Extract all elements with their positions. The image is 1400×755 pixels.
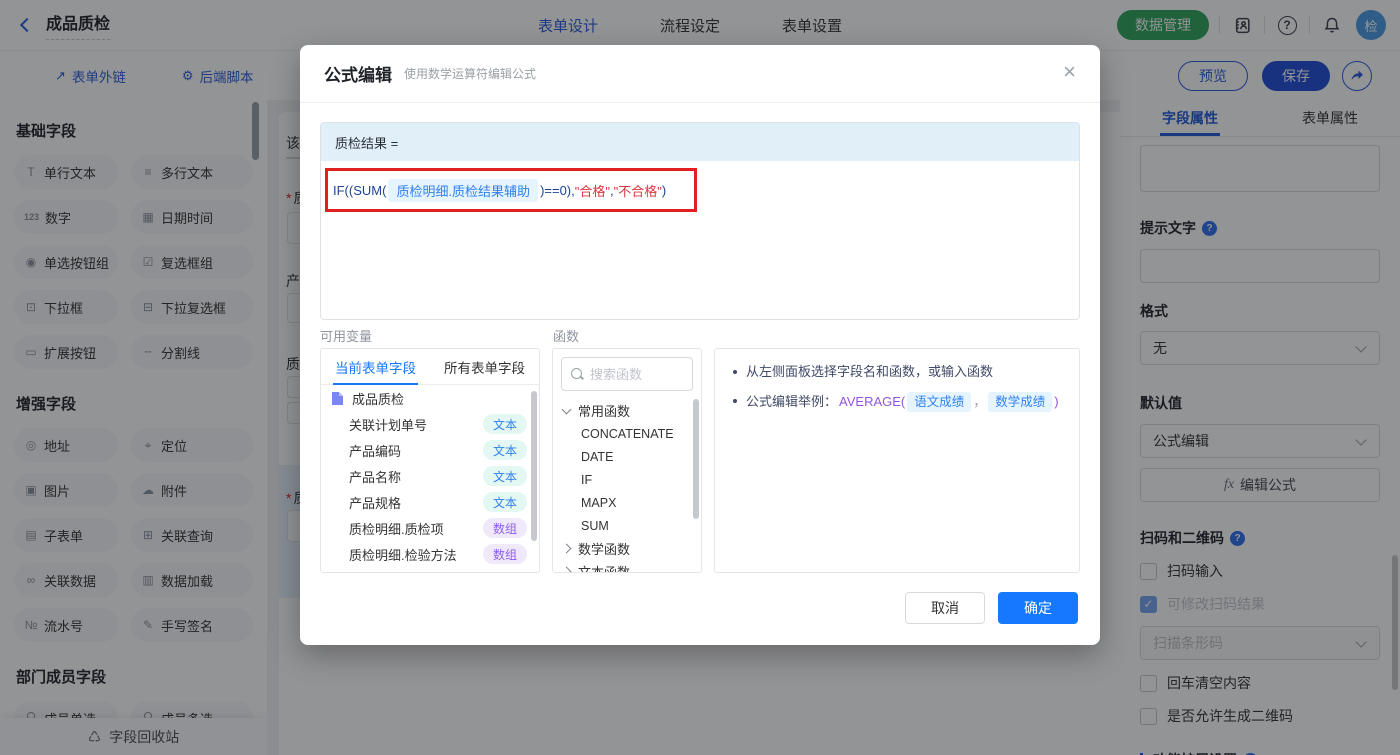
formula-target: 质检结果 = — [321, 123, 1079, 161]
field-token-chip[interactable]: 质检明细.质检结果辅助 — [388, 179, 539, 202]
variable-item[interactable]: 产品规格 文本 — [321, 489, 539, 515]
variable-item[interactable]: 关联计划单号 文本 — [321, 411, 539, 437]
tab-all-form-fields[interactable]: 所有表单字段 — [430, 349, 539, 384]
type-badge: 文本 — [482, 414, 527, 434]
chevron-right-icon — [561, 543, 572, 554]
modal-title: 公式编辑 — [324, 66, 392, 85]
confirm-button[interactable]: 确定 — [998, 592, 1078, 624]
chevron-right-icon — [561, 566, 572, 572]
function-item[interactable]: IF — [553, 468, 701, 491]
close-icon[interactable]: × — [1063, 61, 1076, 83]
modal-footer: 取消 确定 — [905, 592, 1078, 624]
type-badge: 文本 — [482, 466, 527, 486]
variables-scrollbar[interactable] — [531, 391, 537, 541]
variables-label: 可用变量 — [320, 329, 373, 344]
function-item[interactable]: SUM — [553, 514, 701, 537]
type-badge: 数组 — [482, 544, 527, 564]
document-icon — [332, 391, 343, 405]
function-item[interactable]: DATE — [553, 445, 701, 468]
help-tip-example: 公式编辑举例： AVERAGE( 语文成绩 ， 数学成绩 ) — [731, 392, 1063, 412]
cancel-button[interactable]: 取消 — [905, 592, 985, 624]
function-search — [561, 357, 693, 391]
tab-current-form-fields[interactable]: 当前表单字段 — [321, 349, 430, 385]
search-input[interactable] — [590, 366, 684, 382]
formula-editor-modal: 公式编辑 使用数学运算符编辑公式 × 质检结果 = IF((SUM( 质检明细.… — [300, 45, 1100, 645]
functions-scrollbar[interactable] — [693, 399, 699, 519]
modal-header: 公式编辑 使用数学运算符编辑公式 × — [300, 45, 1100, 103]
help-tip: 从左侧面板选择字段名和函数，或输入函数 — [731, 363, 1063, 381]
variable-item[interactable]: 产品名称 文本 — [321, 463, 539, 489]
function-group-common[interactable]: 常用函数 — [553, 399, 701, 422]
formula-help-panel: 从左侧面板选择字段名和函数，或输入函数 公式编辑举例： AVERAGE( 语文成… — [714, 348, 1080, 573]
variable-item[interactable]: 质检明细.质检项 数组 — [321, 515, 539, 541]
formula-expression: IF((SUM( 质检明细.质检结果辅助 )==0), "合格" , "不合格"… — [333, 179, 666, 202]
type-badge: 数组 — [482, 518, 527, 538]
modal-subtitle: 使用数学运算符编辑公式 — [404, 67, 537, 81]
variables-tree-root[interactable]: 成品质检 — [321, 385, 539, 411]
example-field-chip: 语文成绩 — [907, 392, 972, 412]
functions-panel: 常用函数 CONCATENATE DATE IF MAPX SUM 数学函数 文… — [552, 348, 702, 573]
search-icon — [570, 367, 584, 381]
function-item[interactable]: MAPX — [553, 491, 701, 514]
function-group-math[interactable]: 数学函数 — [553, 537, 701, 560]
functions-label: 函数 — [553, 329, 580, 344]
function-group-text[interactable]: 文本函数 — [553, 560, 701, 572]
variables-panel: 当前表单字段 所有表单字段 成品质检 关联计划单号 文本 产品编码 文本 产品名称文… — [320, 348, 540, 573]
type-badge: 文本 — [482, 492, 527, 512]
example-field-chip: 数学成绩 — [988, 392, 1053, 412]
formula-box: 质检结果 = IF((SUM( 质检明细.质检结果辅助 )==0), "合格" … — [320, 122, 1080, 320]
variable-item[interactable]: 质检明细.检验方法 数组 — [321, 541, 539, 567]
formula-input-area[interactable]: IF((SUM( 质检明细.质检结果辅助 )==0), "合格" , "不合格"… — [321, 161, 1079, 319]
variable-item[interactable]: 产品编码 文本 — [321, 437, 539, 463]
chevron-down-icon — [561, 404, 572, 414]
type-badge: 文本 — [482, 440, 527, 460]
function-item[interactable]: CONCATENATE — [553, 422, 701, 445]
